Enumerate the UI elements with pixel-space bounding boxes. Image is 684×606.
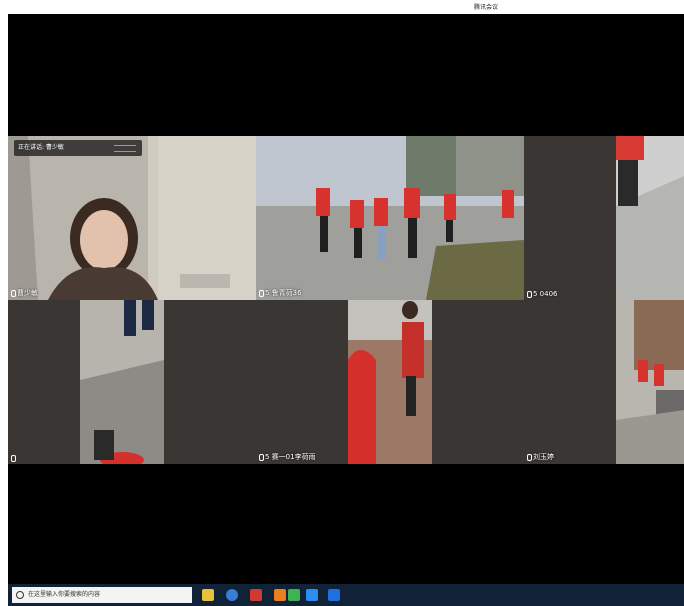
participant-name (11, 454, 17, 462)
mic-icon (259, 289, 264, 297)
wechat-icon[interactable] (288, 589, 300, 601)
video-tile-participant[interactable] (8, 300, 256, 464)
speaker-video-frame (8, 136, 256, 300)
file-explorer-icon[interactable] (226, 589, 238, 601)
participant-name: 5 0406 (527, 290, 558, 298)
search-placeholder: 在这里输入你要搜索的内容 (28, 591, 101, 598)
mic-icon (11, 289, 16, 297)
speaking-indicator: 正在讲话: 曹少敏 (14, 140, 142, 156)
title-bar: 腾讯会议 (0, 0, 684, 14)
mic-icon (11, 454, 16, 462)
participant-name: 5 鲁青荷36 (259, 288, 302, 298)
video-tile-speaker[interactable]: 正在讲话: 曹少敏 曹少敏 (8, 136, 256, 300)
taskbar-search-box[interactable]: 在这里输入你要搜索的内容 (12, 587, 192, 603)
tencent-meeting-icon[interactable] (328, 589, 340, 601)
antivirus-icon[interactable] (274, 589, 286, 601)
meeting-video-grid: 正在讲话: 曹少敏 曹少敏 5 鲁青荷36 5 0406 5 赛一01李荷雨 刘… (8, 14, 684, 584)
participant-video-frame (524, 136, 684, 300)
video-tile-participant[interactable]: 刘玉婷 (524, 300, 684, 464)
video-tile-participant[interactable]: 5 鲁青荷36 (256, 136, 524, 300)
video-tile-participant[interactable]: 5 赛一01李荷雨 (256, 300, 524, 464)
participant-video-frame (256, 136, 524, 300)
audio-level-icon (114, 145, 136, 152)
participant-name: 刘玉婷 (527, 452, 554, 462)
mic-icon (527, 453, 532, 461)
task-view-icon[interactable] (202, 589, 214, 601)
participant-name: 5 赛一01李荷雨 (259, 452, 316, 462)
cloud-icon[interactable] (306, 589, 318, 601)
window-title: 腾讯会议 (474, 4, 499, 11)
windows-taskbar: 在这里输入你要搜索的内容 (8, 584, 684, 606)
participant-video-frame (256, 300, 524, 464)
search-icon (16, 591, 24, 599)
participant-video-frame (524, 300, 684, 464)
video-tile-participant[interactable]: 5 0406 (524, 136, 684, 300)
mic-icon (527, 290, 532, 298)
browser-icon[interactable] (250, 589, 262, 601)
mic-icon (259, 453, 264, 461)
participant-name: 曹少敏 (11, 288, 38, 298)
speaking-label: 正在讲话: 曹少敏 (18, 144, 64, 151)
participant-video-frame (8, 300, 256, 464)
